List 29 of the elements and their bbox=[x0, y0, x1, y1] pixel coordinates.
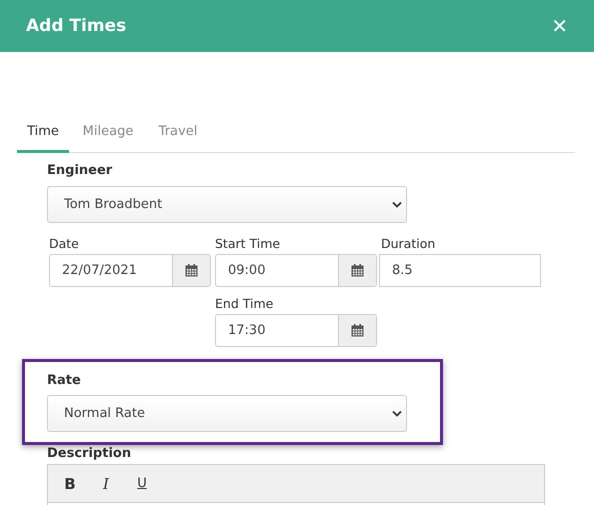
rate-select[interactable]: Normal Rate bbox=[47, 395, 407, 432]
calendar-button[interactable] bbox=[338, 315, 376, 346]
chevron-down-icon bbox=[392, 201, 402, 208]
format-button[interactable]: I bbox=[97, 474, 115, 492]
chevron-down-icon bbox=[392, 410, 402, 417]
engineer-select[interactable]: Tom Broadbent bbox=[47, 186, 407, 223]
field-label: Rate bbox=[47, 373, 82, 388]
end-time-field[interactable]: 17:30 bbox=[215, 314, 377, 347]
format-button[interactable]: B bbox=[61, 474, 79, 492]
format-button[interactable]: U bbox=[133, 476, 151, 491]
calendar-button[interactable] bbox=[172, 255, 210, 286]
tab[interactable]: Travel bbox=[143, 120, 213, 153]
duration-field[interactable]: 8.5 bbox=[379, 254, 541, 287]
calendar-icon bbox=[351, 324, 364, 337]
field-label: Duration bbox=[381, 236, 436, 251]
calendar-button[interactable] bbox=[338, 255, 376, 286]
calendar-icon bbox=[351, 264, 364, 277]
tab[interactable]: Time bbox=[17, 120, 69, 153]
dialog-title: Add Times bbox=[26, 16, 126, 36]
field-label: Date bbox=[49, 236, 80, 251]
field-label: Description bbox=[47, 446, 132, 461]
tab[interactable]: Mileage bbox=[73, 120, 143, 153]
description-editor[interactable]: B I U bbox=[47, 464, 545, 505]
date-field[interactable]: 22/07/2021 bbox=[49, 254, 211, 287]
field-label: Start Time bbox=[215, 236, 282, 251]
field-label: End Time bbox=[215, 296, 274, 311]
calendar-icon bbox=[185, 264, 198, 277]
start-time-field[interactable]: 09:00 bbox=[215, 254, 377, 287]
field-label: Engineer bbox=[47, 163, 114, 178]
